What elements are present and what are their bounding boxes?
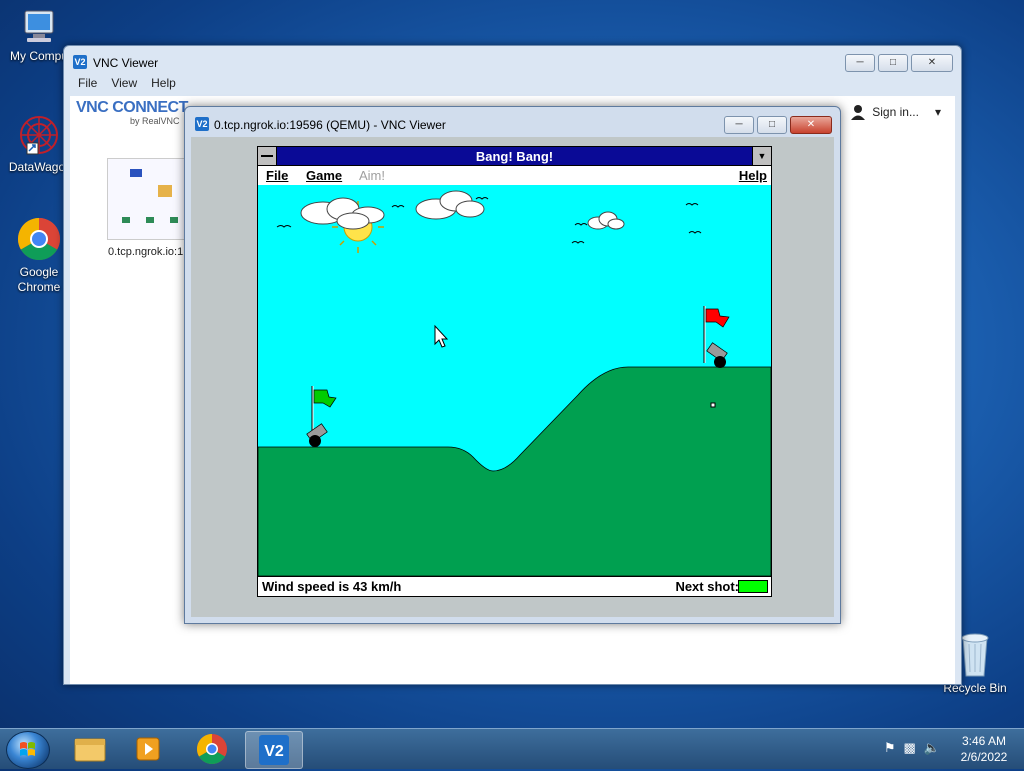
clock-date: 2/6/2022	[960, 750, 1008, 764]
menu-bar: File View Help	[70, 76, 176, 94]
close-button[interactable]: ✕	[911, 54, 953, 72]
maximize-button[interactable]: □	[757, 116, 787, 134]
clock-time: 3:46 AM	[961, 734, 1007, 748]
datawagon-icon	[17, 113, 61, 157]
menu-view[interactable]: View	[111, 76, 137, 94]
action-center-icon[interactable]: ⚑	[884, 740, 896, 756]
network-icon[interactable]: ▩	[904, 740, 916, 756]
bang-bang-window: Bang! Bang! ▼ File Game Aim! Help Wind s…	[257, 146, 772, 597]
minimize-arrow-button[interactable]: ▼	[752, 147, 771, 165]
sign-in-label: Sign in...	[872, 105, 919, 119]
minimize-button[interactable]: ─	[724, 116, 754, 134]
qemu-title-bar[interactable]: V2 0.tcp.ngrok.io:19596 (QEMU) - VNC Vie…	[185, 107, 840, 137]
maximize-button[interactable]: □	[878, 54, 908, 72]
user-icon	[851, 105, 866, 120]
next-shot-label: Next shot:	[675, 579, 739, 594]
sign-in-button[interactable]: Sign in... ▾	[850, 104, 941, 120]
remote-display[interactable]: Bang! Bang! ▼ File Game Aim! Help Wind s…	[191, 137, 834, 617]
svg-text:V2: V2	[264, 743, 284, 760]
game-status-bar: Wind speed is 43 km/h Next shot:	[258, 576, 771, 596]
taskbar-media-player[interactable]	[121, 731, 177, 767]
volume-icon[interactable]: 🔈	[924, 740, 940, 756]
game-title-bar[interactable]: Bang! Bang! ▼	[258, 147, 771, 166]
connection-thumbnail[interactable]	[107, 158, 189, 240]
title-bar[interactable]: V2 VNC Viewer ─ □ ✕	[64, 46, 961, 76]
game-menu-bar: File Game Aim! Help	[258, 166, 771, 186]
computer-icon	[19, 8, 59, 46]
minimize-button[interactable]: ─	[845, 54, 875, 72]
wind-speed-text: Wind speed is 43 km/h	[262, 579, 402, 594]
game-menu-aim: Aim!	[359, 168, 385, 183]
window-title: VNC Viewer	[93, 56, 159, 70]
connection-label: 0.tcp.ngrok.io:1	[108, 246, 184, 258]
target-marker	[710, 402, 716, 408]
game-scene[interactable]	[258, 185, 771, 576]
vnc-connect-logo: VNC CONNECT	[76, 99, 188, 116]
chrome-icon	[16, 216, 62, 262]
game-menu-help[interactable]: Help	[739, 168, 767, 183]
menu-file[interactable]: File	[78, 76, 97, 94]
menu-help[interactable]: Help	[151, 76, 176, 94]
qemu-vnc-window: V2 0.tcp.ngrok.io:19596 (QEMU) - VNC Vie…	[184, 106, 841, 624]
media-player-icon	[136, 737, 160, 761]
taskbar-vnc-viewer[interactable]: V2	[245, 731, 303, 769]
clock[interactable]: 3:46 AM 2/6/2022	[952, 733, 1016, 765]
game-title: Bang! Bang!	[475, 149, 554, 164]
chrome-icon	[196, 734, 227, 765]
game-menu-game[interactable]: Game	[306, 168, 342, 183]
vnc-logo-sub: by RealVNC	[130, 116, 180, 126]
recycle-bin-icon	[958, 630, 992, 678]
taskbar: V2 ⚑ ▩ 🔈 3:46 AM 2/6/2022	[0, 728, 1024, 769]
next-shot-indicator	[738, 580, 768, 593]
explorer-icon	[74, 738, 106, 762]
taskbar-explorer[interactable]	[62, 731, 118, 767]
vnc-app-icon: V2	[73, 55, 87, 69]
taskbar-chrome[interactable]	[184, 731, 240, 767]
chevron-down-icon: ▾	[934, 105, 941, 119]
start-button[interactable]	[6, 731, 50, 769]
system-tray: ⚑ ▩ 🔈	[884, 740, 940, 756]
vnc-app-icon: V2	[195, 117, 209, 131]
windows-logo-icon	[20, 742, 35, 756]
game-menu-file[interactable]: File	[266, 168, 288, 183]
qemu-window-title: 0.tcp.ngrok.io:19596 (QEMU) - VNC Viewer	[214, 118, 446, 132]
vnc-viewer-icon: V2	[259, 735, 289, 765]
close-button[interactable]: ✕	[790, 116, 832, 134]
